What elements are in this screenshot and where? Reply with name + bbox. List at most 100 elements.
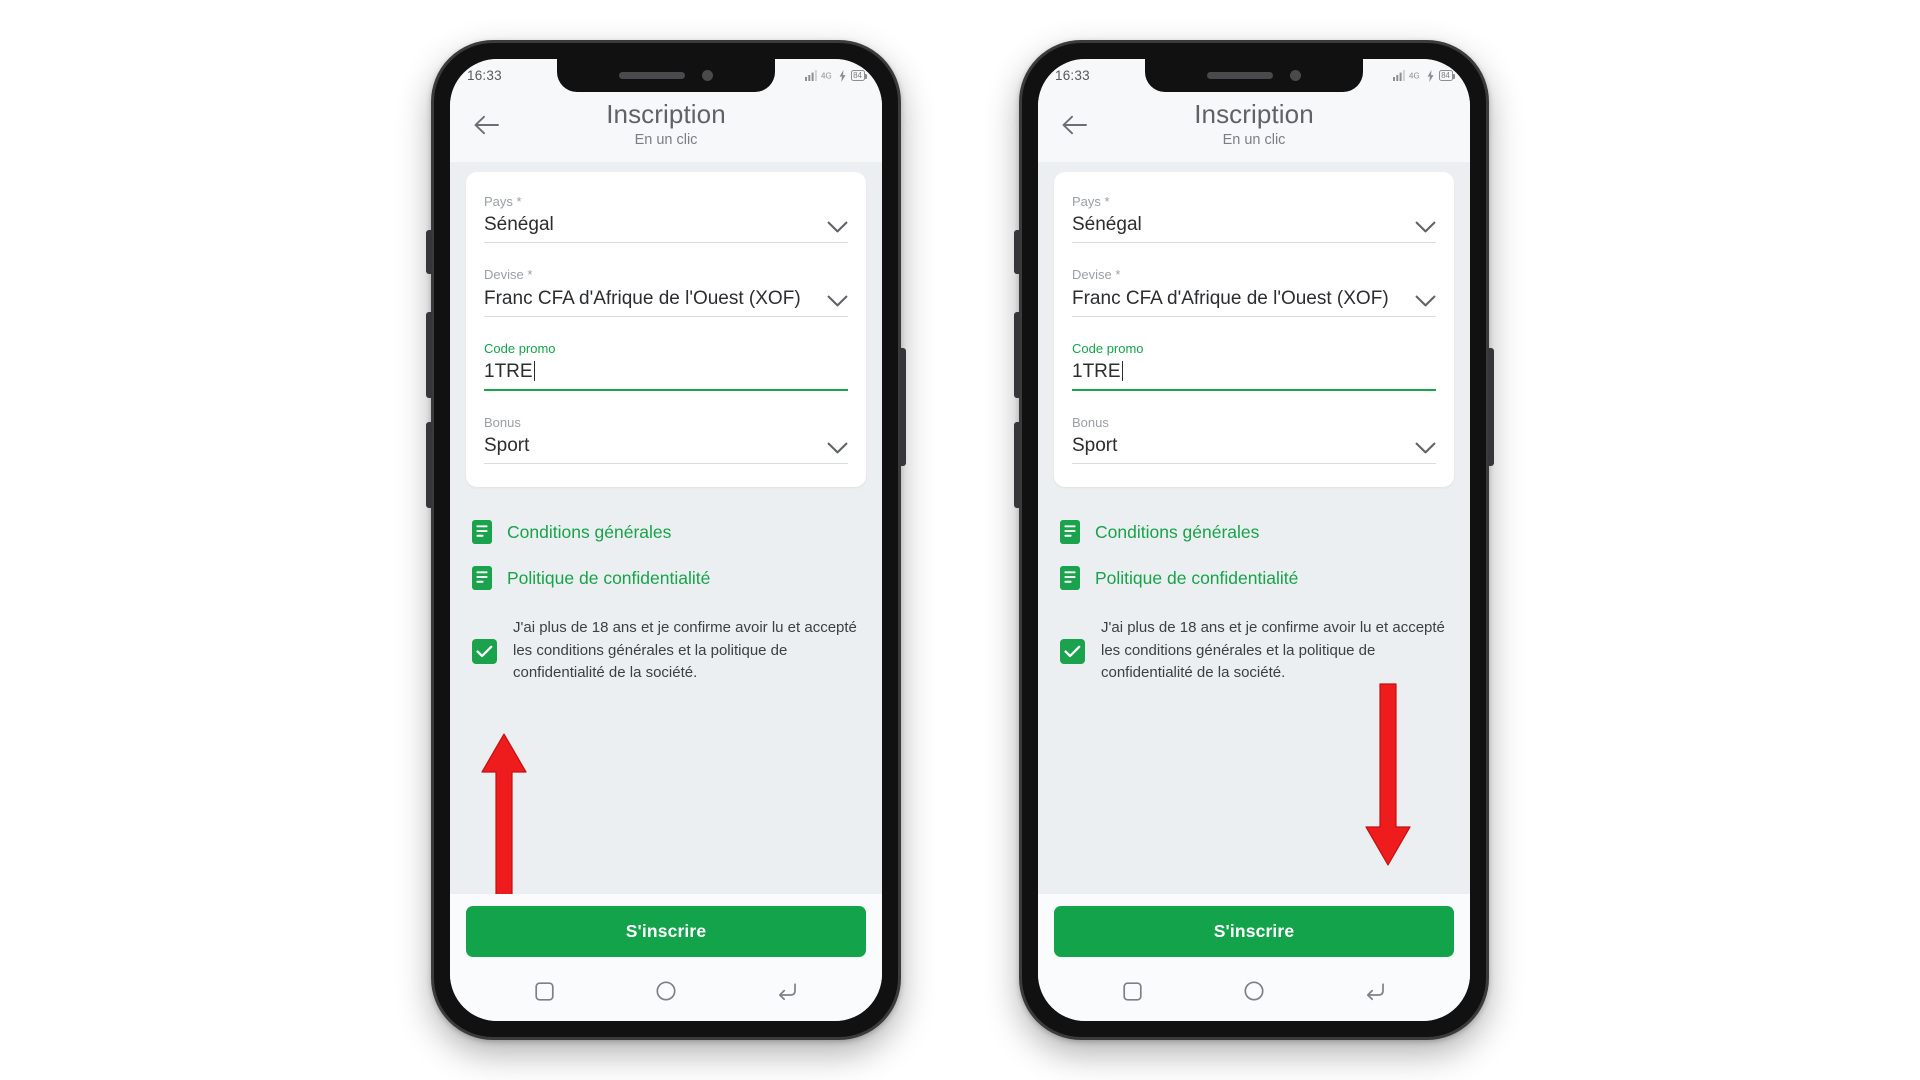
silent-switch[interactable]	[426, 230, 432, 274]
link-politique-confidentialite-label: Politique de confidentialité	[507, 567, 711, 588]
link-politique-confidentialite[interactable]: Politique de confidentialité	[472, 555, 860, 601]
field-bonus[interactable]: Bonus Sport	[484, 411, 848, 469]
silent-switch[interactable]	[1014, 230, 1020, 274]
home-button[interactable]	[643, 974, 689, 1008]
document-icon	[1060, 566, 1080, 591]
field-pays[interactable]: Pays * Sénégal	[1072, 190, 1436, 248]
svg-text:4G: 4G	[1409, 71, 1420, 80]
consent-checkbox[interactable]	[472, 638, 497, 664]
power-button[interactable]	[900, 348, 906, 466]
chevron-down-icon[interactable]	[1415, 295, 1436, 308]
field-code-promo-value[interactable]: 1TRE	[1072, 359, 1436, 384]
chevron-down-icon[interactable]	[1415, 442, 1436, 455]
code-promo-text: 1TRE	[1072, 361, 1121, 383]
header-titles: Inscription En un clic	[1052, 99, 1456, 148]
field-bonus-label: Bonus	[1072, 415, 1109, 431]
page-title: Inscription	[1194, 99, 1314, 129]
link-conditions-generales[interactable]: Conditions générales	[472, 509, 860, 555]
header-titles: Inscription En un clic	[464, 99, 868, 149]
circle-icon	[656, 981, 676, 1001]
link-conditions-generales[interactable]: Conditions générales	[1060, 509, 1448, 555]
link-politique-confidentialite-label: Politique de confidentialité	[1095, 567, 1299, 588]
checkmark-icon	[476, 645, 493, 657]
consent-row: J'ai plus de 18 ans et je confirme avoir…	[1054, 601, 1454, 685]
arrow-up-icon	[481, 733, 527, 894]
field-code-promo[interactable]: Code promo 1TRE	[484, 337, 848, 396]
field-code-promo-row: 1TRE	[1072, 359, 1436, 389]
status-bar-clock: 16:33	[467, 68, 502, 83]
field-code-promo-value[interactable]: 1TRE	[484, 359, 848, 384]
field-devise[interactable]: Devise * Franc CFA d'Afrique de l'Ouest …	[484, 263, 848, 321]
signal-icon	[805, 70, 817, 81]
field-pays-row: Sénégal	[1072, 212, 1436, 242]
field-devise-label: Devise *	[1072, 267, 1121, 283]
circle-icon	[1244, 981, 1264, 1001]
text-caret	[533, 361, 536, 382]
field-code-promo-label: Code promo	[484, 340, 556, 356]
volume-down-button[interactable]	[426, 422, 432, 508]
field-bonus-row: Sport	[484, 433, 848, 463]
legal-links: Conditions générales Politique de confid…	[466, 487, 866, 601]
front-camera-icon	[1290, 70, 1301, 81]
svg-text:4G: 4G	[821, 71, 832, 80]
screenshot-stage: 16:33 4G 84 Inscription En un clic Pays …	[0, 0, 1920, 1080]
front-camera-icon	[702, 70, 713, 81]
registration-form-card: Pays * Sénégal Devise * Franc CFA d'Afri…	[1054, 172, 1454, 488]
square-icon	[1123, 981, 1142, 1001]
document-icon	[1060, 520, 1080, 545]
chevron-down-icon[interactable]	[1415, 221, 1436, 234]
document-icon	[472, 520, 492, 545]
page-subtitle: En un clic	[634, 132, 698, 149]
home-button[interactable]	[1231, 974, 1277, 1008]
volume-down-button[interactable]	[1014, 422, 1020, 508]
submit-button[interactable]: S'inscrire	[466, 906, 866, 957]
consent-row: J'ai plus de 18 ans et je confirme avoir…	[466, 601, 866, 685]
field-pays-underline	[1072, 242, 1436, 244]
field-devise-underline	[484, 315, 848, 317]
field-devise-value: Franc CFA d'Afrique de l'Ouest (XOF)	[1072, 287, 1389, 309]
link-politique-confidentialite[interactable]: Politique de confidentialité	[1060, 555, 1448, 601]
field-pays-underline	[484, 242, 848, 244]
field-bonus-underline	[484, 463, 848, 465]
chevron-down-icon[interactable]	[827, 221, 848, 234]
android-nav-bar	[1038, 967, 1470, 1021]
recents-button[interactable]	[522, 974, 568, 1008]
field-bonus-underline	[1072, 463, 1436, 465]
code-promo-text: 1TRE	[484, 361, 533, 383]
phone-screen: 16:33 4G 84 Inscription En un clic Pays …	[1038, 59, 1470, 1021]
battery-level: 84	[853, 70, 862, 80]
recents-button[interactable]	[1110, 974, 1156, 1008]
app-body: Pays * Sénégal Devise * Franc CFA d'Afri…	[1038, 162, 1470, 894]
app-header: Inscription En un clic	[450, 92, 882, 163]
text-caret	[1121, 361, 1124, 382]
chevron-down-icon[interactable]	[827, 295, 848, 308]
field-devise-row: Franc CFA d'Afrique de l'Ouest (XOF)	[1072, 286, 1436, 316]
field-code-promo-underline	[1072, 389, 1436, 392]
field-bonus-value: Sport	[484, 435, 530, 457]
volume-up-button[interactable]	[426, 312, 432, 398]
speaker-grille-icon	[1207, 72, 1273, 79]
notch	[1145, 59, 1363, 92]
charging-bolt-icon	[1427, 69, 1434, 82]
back-button[interactable]	[764, 974, 810, 1008]
field-pays-label: Pays *	[1072, 194, 1110, 210]
field-bonus[interactable]: Bonus Sport	[1072, 411, 1436, 469]
network-4g-icon: 4G	[821, 71, 832, 80]
volume-up-button[interactable]	[1014, 312, 1020, 398]
consent-checkbox[interactable]	[1060, 638, 1085, 664]
power-button[interactable]	[1488, 348, 1494, 466]
app-header: Inscription En un clic	[1038, 92, 1470, 163]
field-devise-row: Franc CFA d'Afrique de l'Ouest (XOF)	[484, 286, 848, 316]
back-arrow-icon	[1367, 983, 1385, 1001]
field-code-promo[interactable]: Code promo 1TRE	[1072, 337, 1436, 396]
consent-text: J'ai plus de 18 ans et je confirme avoir…	[513, 619, 857, 682]
android-nav-bar	[450, 967, 882, 1021]
consent-text: J'ai plus de 18 ans et je confirme avoir…	[1101, 619, 1445, 682]
field-pays-row: Sénégal	[484, 212, 848, 242]
chevron-down-icon[interactable]	[827, 442, 848, 455]
field-devise[interactable]: Devise * Franc CFA d'Afrique de l'Ouest …	[1072, 263, 1436, 321]
submit-button[interactable]: S'inscrire	[1054, 906, 1454, 957]
back-button[interactable]	[1352, 974, 1398, 1008]
field-pays[interactable]: Pays * Sénégal	[484, 190, 848, 248]
field-code-promo-underline	[484, 389, 848, 392]
